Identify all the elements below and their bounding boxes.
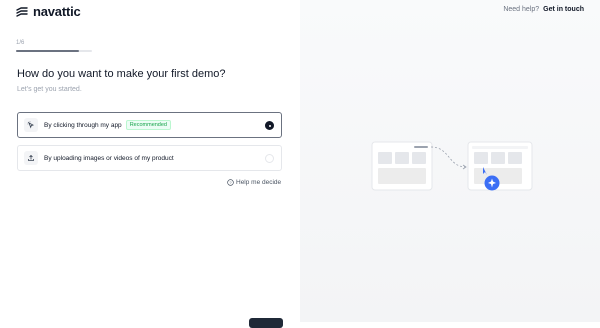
progress-bar-fill bbox=[16, 50, 80, 52]
illustration-panel bbox=[300, 0, 600, 322]
need-help-text: Need help? bbox=[503, 6, 540, 13]
help-circle-icon: ? bbox=[227, 179, 234, 186]
brand-name: navattic bbox=[33, 4, 81, 19]
page-title: How do you want to make your first demo? bbox=[17, 68, 226, 80]
upload-icon bbox=[24, 151, 38, 165]
svg-text:?: ? bbox=[229, 180, 232, 185]
recommended-badge: Recommended bbox=[125, 120, 171, 130]
demo-illustration bbox=[371, 141, 533, 191]
option-upload-media[interactable]: By uploading images or videos of my prod… bbox=[17, 145, 282, 171]
radio-unselected[interactable] bbox=[265, 154, 274, 163]
step-indicator: 1/6 bbox=[16, 40, 25, 46]
continue-button[interactable] bbox=[249, 318, 283, 328]
header-help: Need help? Get in touch bbox=[503, 6, 584, 13]
cursor-click-icon bbox=[24, 118, 38, 132]
brand-logo[interactable]: navattic bbox=[16, 4, 81, 19]
option-label: By clicking through my app bbox=[44, 121, 122, 129]
navattic-logo-icon bbox=[16, 6, 28, 17]
page-subtitle: Let's get you started. bbox=[17, 86, 82, 93]
help-me-decide-link[interactable]: ? Help me decide bbox=[227, 179, 281, 186]
left-panel: navattic 1/6 How do you want to make you… bbox=[0, 0, 300, 328]
option-label: By uploading images or videos of my prod… bbox=[44, 154, 174, 162]
radio-selected[interactable] bbox=[265, 121, 274, 130]
help-me-decide-label: Help me decide bbox=[236, 179, 282, 186]
progress-bar bbox=[16, 50, 92, 52]
option-click-through-app[interactable]: By clicking through my app Recommended bbox=[17, 112, 282, 138]
get-in-touch-link[interactable]: Get in touch bbox=[543, 6, 584, 13]
